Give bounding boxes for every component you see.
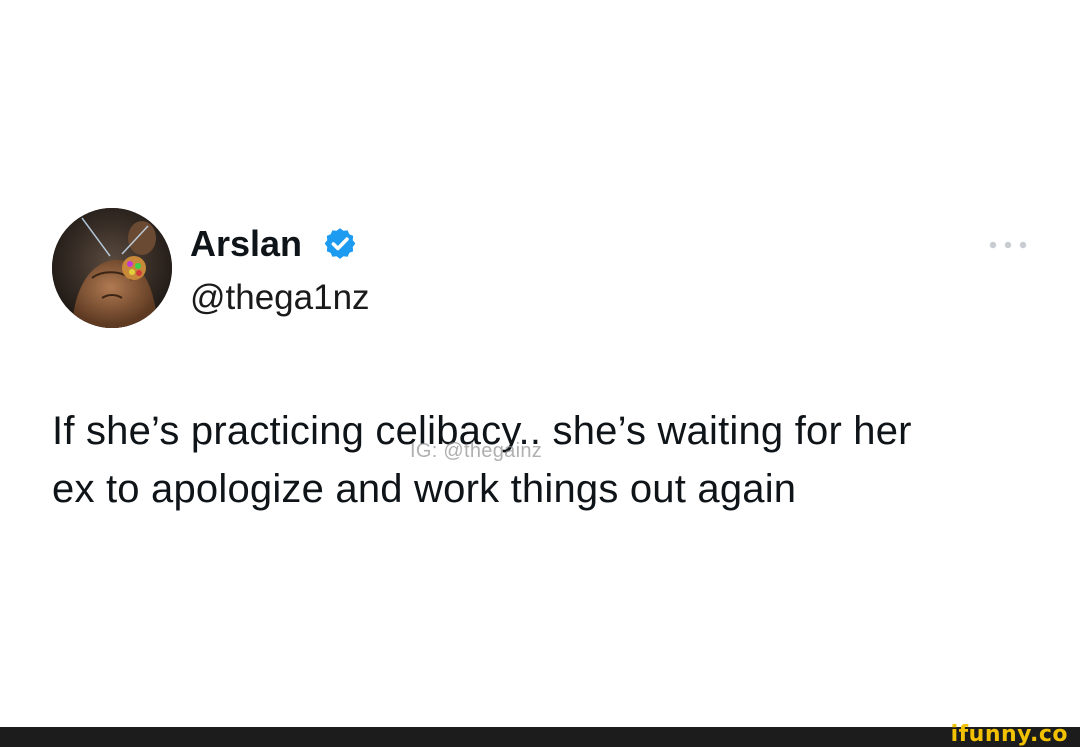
ifunny-logo[interactable]: ifunny.co bbox=[951, 723, 1068, 747]
tweet-text: If she’s practicing celibacy.. she’s wai… bbox=[52, 402, 1052, 518]
footer-bar: ifunny.co bbox=[0, 723, 1080, 747]
more-horizontal-icon[interactable] bbox=[988, 240, 1028, 250]
avatar[interactable] bbox=[52, 208, 172, 328]
tweet-text-line: If she’s practicing celibacy.. she’s wai… bbox=[52, 409, 912, 453]
tweet-text-line: ex to apologize and work things out agai… bbox=[52, 467, 797, 511]
watermark-text: IG: @thegainz bbox=[410, 440, 543, 462]
author-name[interactable]: Arslan bbox=[190, 222, 302, 266]
author-handle[interactable]: @thega1nz bbox=[190, 276, 370, 320]
avatar-image bbox=[52, 208, 172, 328]
verified-badge-icon bbox=[324, 228, 356, 259]
tweet-screenshot: Arslan @thega1nz If she’s practicing cel… bbox=[0, 0, 1080, 747]
